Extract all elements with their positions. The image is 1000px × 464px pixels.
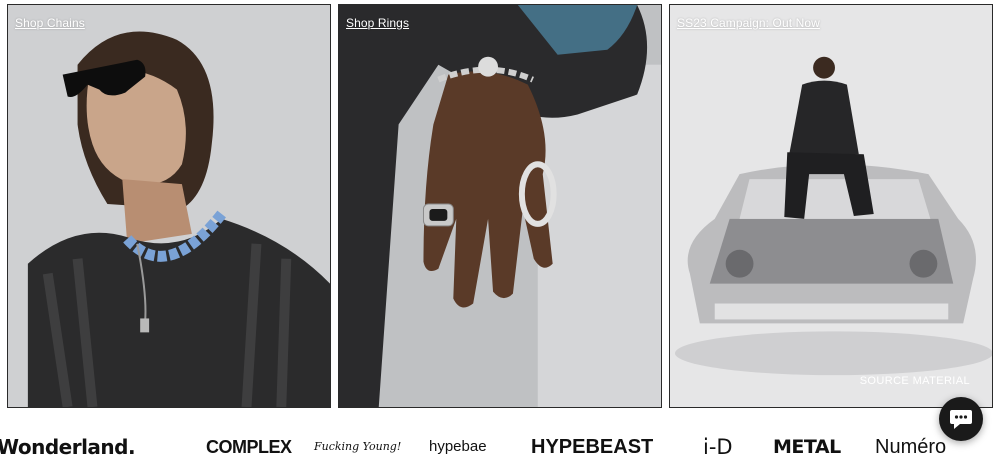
campaign-tile-ss23[interactable]: SS23 Campaign: Out Now SOURCE MATERIAL xyxy=(669,4,993,408)
press-logos-strip: Wonderland. COMPLEX Fucking Young! hypeb… xyxy=(0,430,1000,459)
press-logo-wonderland: Wonderland. xyxy=(0,435,136,459)
press-logo-complex: COMPLEX xyxy=(206,437,292,457)
shop-rings-link[interactable]: Shop Rings xyxy=(346,16,409,30)
press-logo-i-d: i-D xyxy=(703,435,733,459)
rings-hand-photo xyxy=(339,5,661,407)
chains-model-photo xyxy=(8,5,330,407)
press-logo-hypebae: hypebae xyxy=(429,438,487,455)
campaign-tile-chains[interactable]: Shop Chains xyxy=(7,4,331,408)
ss23-car-photo xyxy=(670,5,992,407)
press-logo-hypebeast: HYPEBEAST xyxy=(531,436,654,458)
ss23-campaign-link[interactable]: SS23 Campaign: Out Now xyxy=(677,16,820,30)
chat-button[interactable] xyxy=(939,397,983,441)
press-logo-metal: METAL xyxy=(773,436,841,458)
chat-bubble-icon xyxy=(950,410,972,429)
press-logo-numero: Numéro xyxy=(875,436,947,458)
shop-chains-link[interactable]: Shop Chains xyxy=(15,16,85,30)
source-material-caption: SOURCE MATERIAL xyxy=(859,375,970,387)
campaign-tile-rings[interactable]: Shop Rings xyxy=(338,4,662,408)
press-logo-fucking-young: Fucking Young! xyxy=(314,440,402,453)
